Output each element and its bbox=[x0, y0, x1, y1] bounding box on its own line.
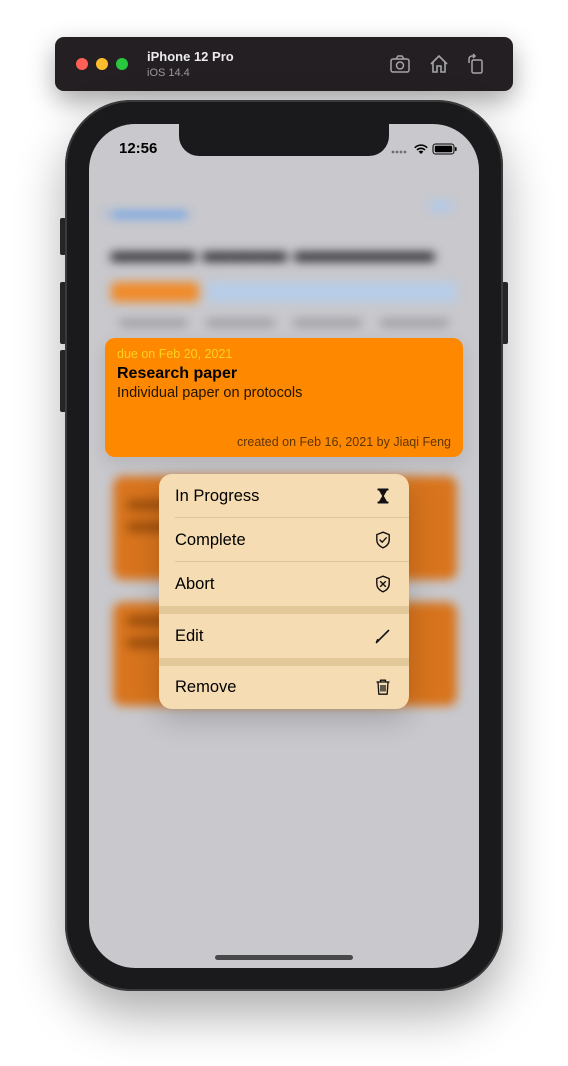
menu-item-complete[interactable]: Complete bbox=[159, 518, 409, 562]
simulator-device-name: iPhone 12 Pro bbox=[147, 49, 234, 64]
blurred-tabs bbox=[119, 320, 449, 326]
zoom-window-button[interactable] bbox=[116, 58, 128, 70]
menu-item-remove[interactable]: Remove bbox=[159, 665, 409, 709]
status-time: 12:56 bbox=[119, 140, 158, 157]
blurred-segment-rest bbox=[207, 282, 457, 302]
status-icons bbox=[391, 142, 457, 155]
cellular-signal-icon bbox=[391, 150, 407, 154]
wifi-icon bbox=[414, 144, 428, 154]
close-window-button[interactable] bbox=[76, 58, 88, 70]
battery-icon bbox=[432, 143, 457, 155]
menu-group-divider bbox=[159, 606, 409, 614]
blurred-add-button bbox=[429, 202, 453, 210]
home-indicator[interactable] bbox=[215, 955, 353, 960]
blurred-back-button: ‹ ▬▬▬▬▬ bbox=[103, 204, 188, 221]
shield-x-icon bbox=[373, 574, 393, 594]
notch bbox=[179, 124, 389, 156]
simulator-title-bar: iPhone 12 Pro iOS 14.4 bbox=[55, 37, 513, 91]
blurred-segment-selected bbox=[111, 282, 199, 302]
menu-item-label: Edit bbox=[175, 626, 204, 645]
trash-icon bbox=[373, 677, 393, 697]
blurred-page-title: ▬▬▬ ▬▬▬ ▬▬▬▬▬ bbox=[111, 236, 435, 267]
task-title: Research paper bbox=[117, 365, 238, 382]
menu-item-abort[interactable]: Abort bbox=[159, 562, 409, 606]
pencil-icon bbox=[373, 626, 393, 646]
device-screen: ‹ ▬▬▬▬▬ ▬▬▬ ▬▬▬ ▬▬▬▬▬ 12:56 due on Feb 2… bbox=[89, 124, 479, 968]
menu-item-label: Abort bbox=[175, 574, 215, 593]
context-menu: In Progress Complete Abort Edit Remove bbox=[159, 474, 409, 709]
task-card[interactable]: due on Feb 20, 2021 Research paper Indiv… bbox=[105, 338, 463, 457]
home-icon[interactable] bbox=[428, 53, 450, 75]
task-created-info: created on Feb 16, 2021 by Jiaqi Feng bbox=[236, 435, 451, 449]
rotate-icon[interactable] bbox=[465, 53, 487, 75]
hourglass-icon bbox=[373, 486, 393, 506]
shield-check-icon bbox=[373, 530, 393, 550]
simulator-os-version: iOS 14.4 bbox=[147, 67, 190, 79]
menu-item-label: Remove bbox=[175, 677, 237, 696]
menu-item-edit[interactable]: Edit bbox=[159, 614, 409, 658]
task-description: Individual paper on protocols bbox=[117, 385, 303, 401]
menu-item-label: In Progress bbox=[175, 486, 260, 505]
menu-item-in-progress[interactable]: In Progress bbox=[159, 474, 409, 518]
menu-item-label: Complete bbox=[175, 530, 246, 549]
task-due-date: due on Feb 20, 2021 bbox=[117, 347, 233, 361]
screenshot-icon[interactable] bbox=[389, 53, 411, 75]
minimize-window-button[interactable] bbox=[96, 58, 108, 70]
